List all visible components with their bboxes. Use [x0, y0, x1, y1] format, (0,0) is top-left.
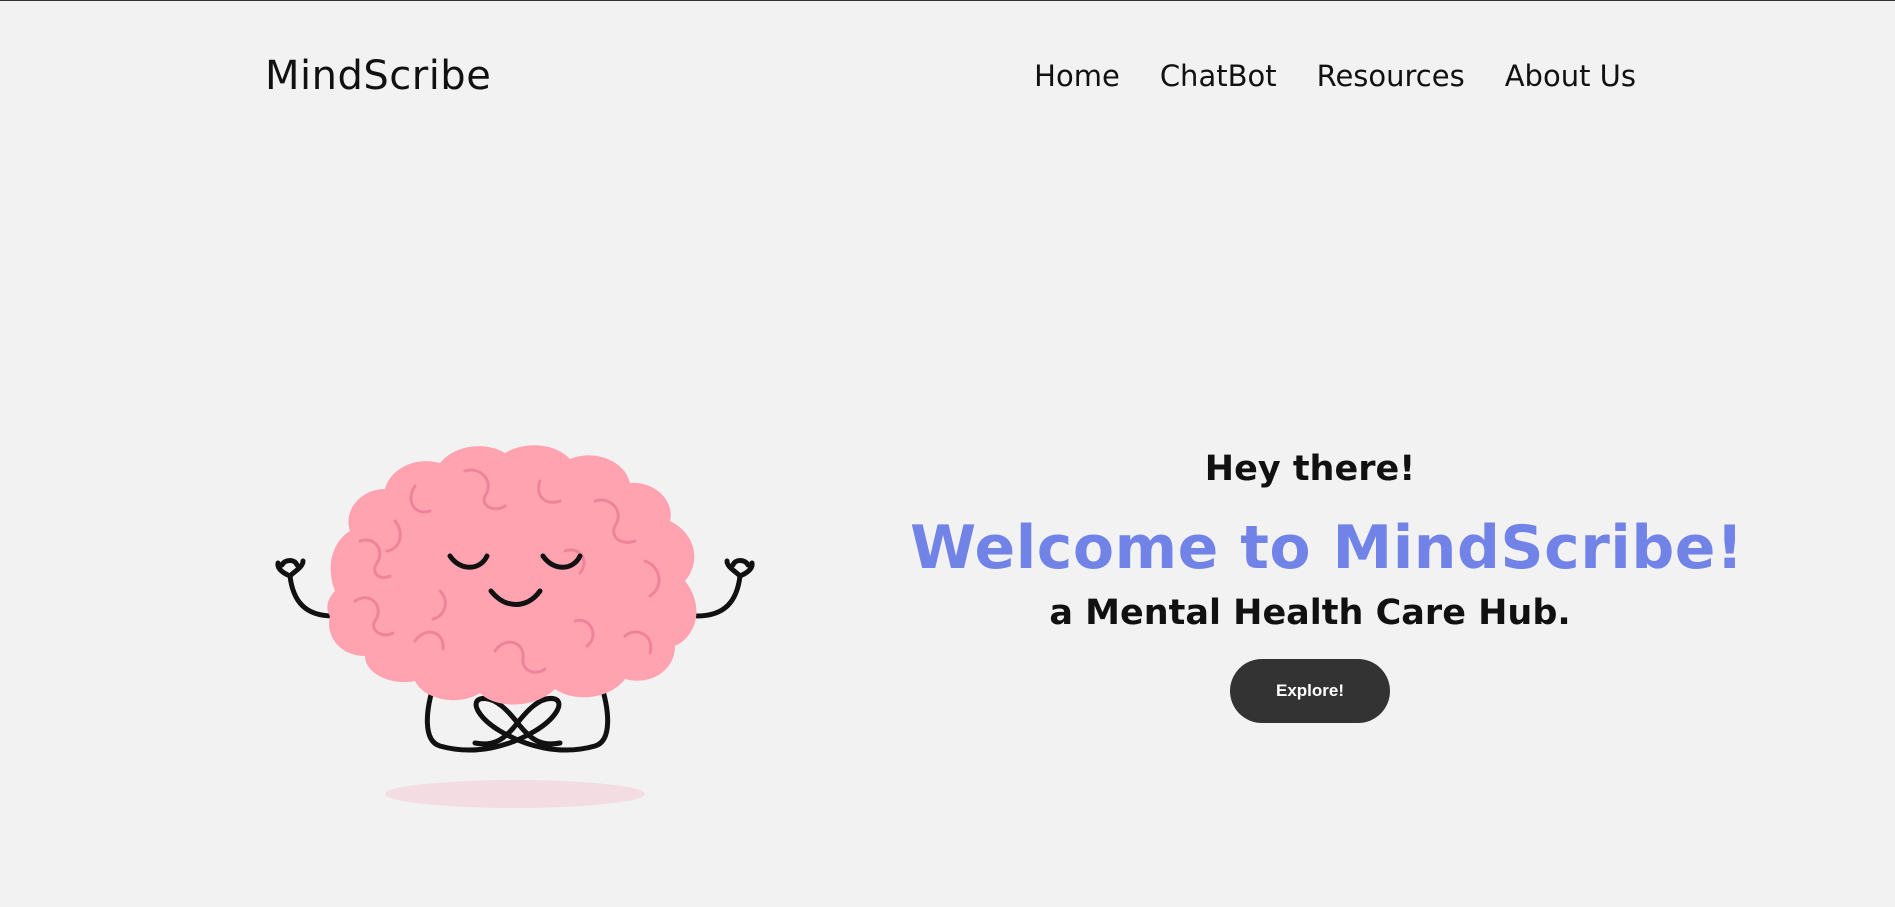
nav-item-resources[interactable]: Resources	[1317, 59, 1465, 93]
main-nav: Home ChatBot Resources About Us	[1034, 59, 1636, 93]
meditating-brain-icon	[265, 441, 765, 821]
hero-greeting: Hey there!	[1204, 449, 1416, 489]
nav-item-chatbot[interactable]: ChatBot	[1160, 59, 1277, 93]
hero-title: Welcome to MindScribe!	[910, 513, 1744, 583]
nav-item-about-us[interactable]: About Us	[1505, 59, 1636, 93]
brand-logo[interactable]: MindScribe	[265, 53, 491, 99]
explore-button[interactable]: Explore!	[1230, 659, 1390, 723]
page: MindScribe Home ChatBot Resources About …	[0, 0, 1895, 907]
hero-section: Hey there! Welcome to MindScribe! a Ment…	[910, 449, 1744, 723]
hero-tagline: a Mental Health Care Hub.	[1049, 593, 1571, 633]
nav-item-home[interactable]: Home	[1034, 59, 1120, 93]
